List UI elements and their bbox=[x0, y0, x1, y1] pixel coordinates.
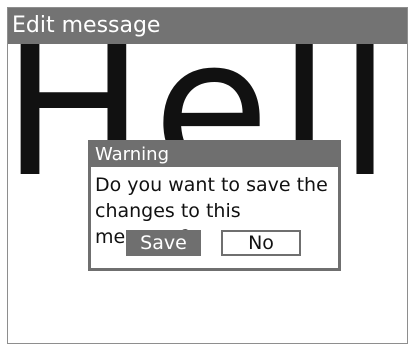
message-content-area: Hello Warning Do you want to save the ch… bbox=[8, 44, 407, 343]
warning-dialog: Warning Do you want to save the changes … bbox=[88, 140, 341, 271]
save-button[interactable]: Save bbox=[126, 230, 201, 256]
window-title: Edit message bbox=[8, 8, 407, 44]
no-button[interactable]: No bbox=[221, 230, 301, 256]
dialog-title: Warning bbox=[91, 143, 338, 167]
dialog-message-line-1: Do you want to save the bbox=[95, 174, 328, 196]
edit-message-screen: Edit message Hello Warning Do you want t… bbox=[7, 7, 408, 344]
dialog-buttons: Save No bbox=[91, 230, 338, 256]
